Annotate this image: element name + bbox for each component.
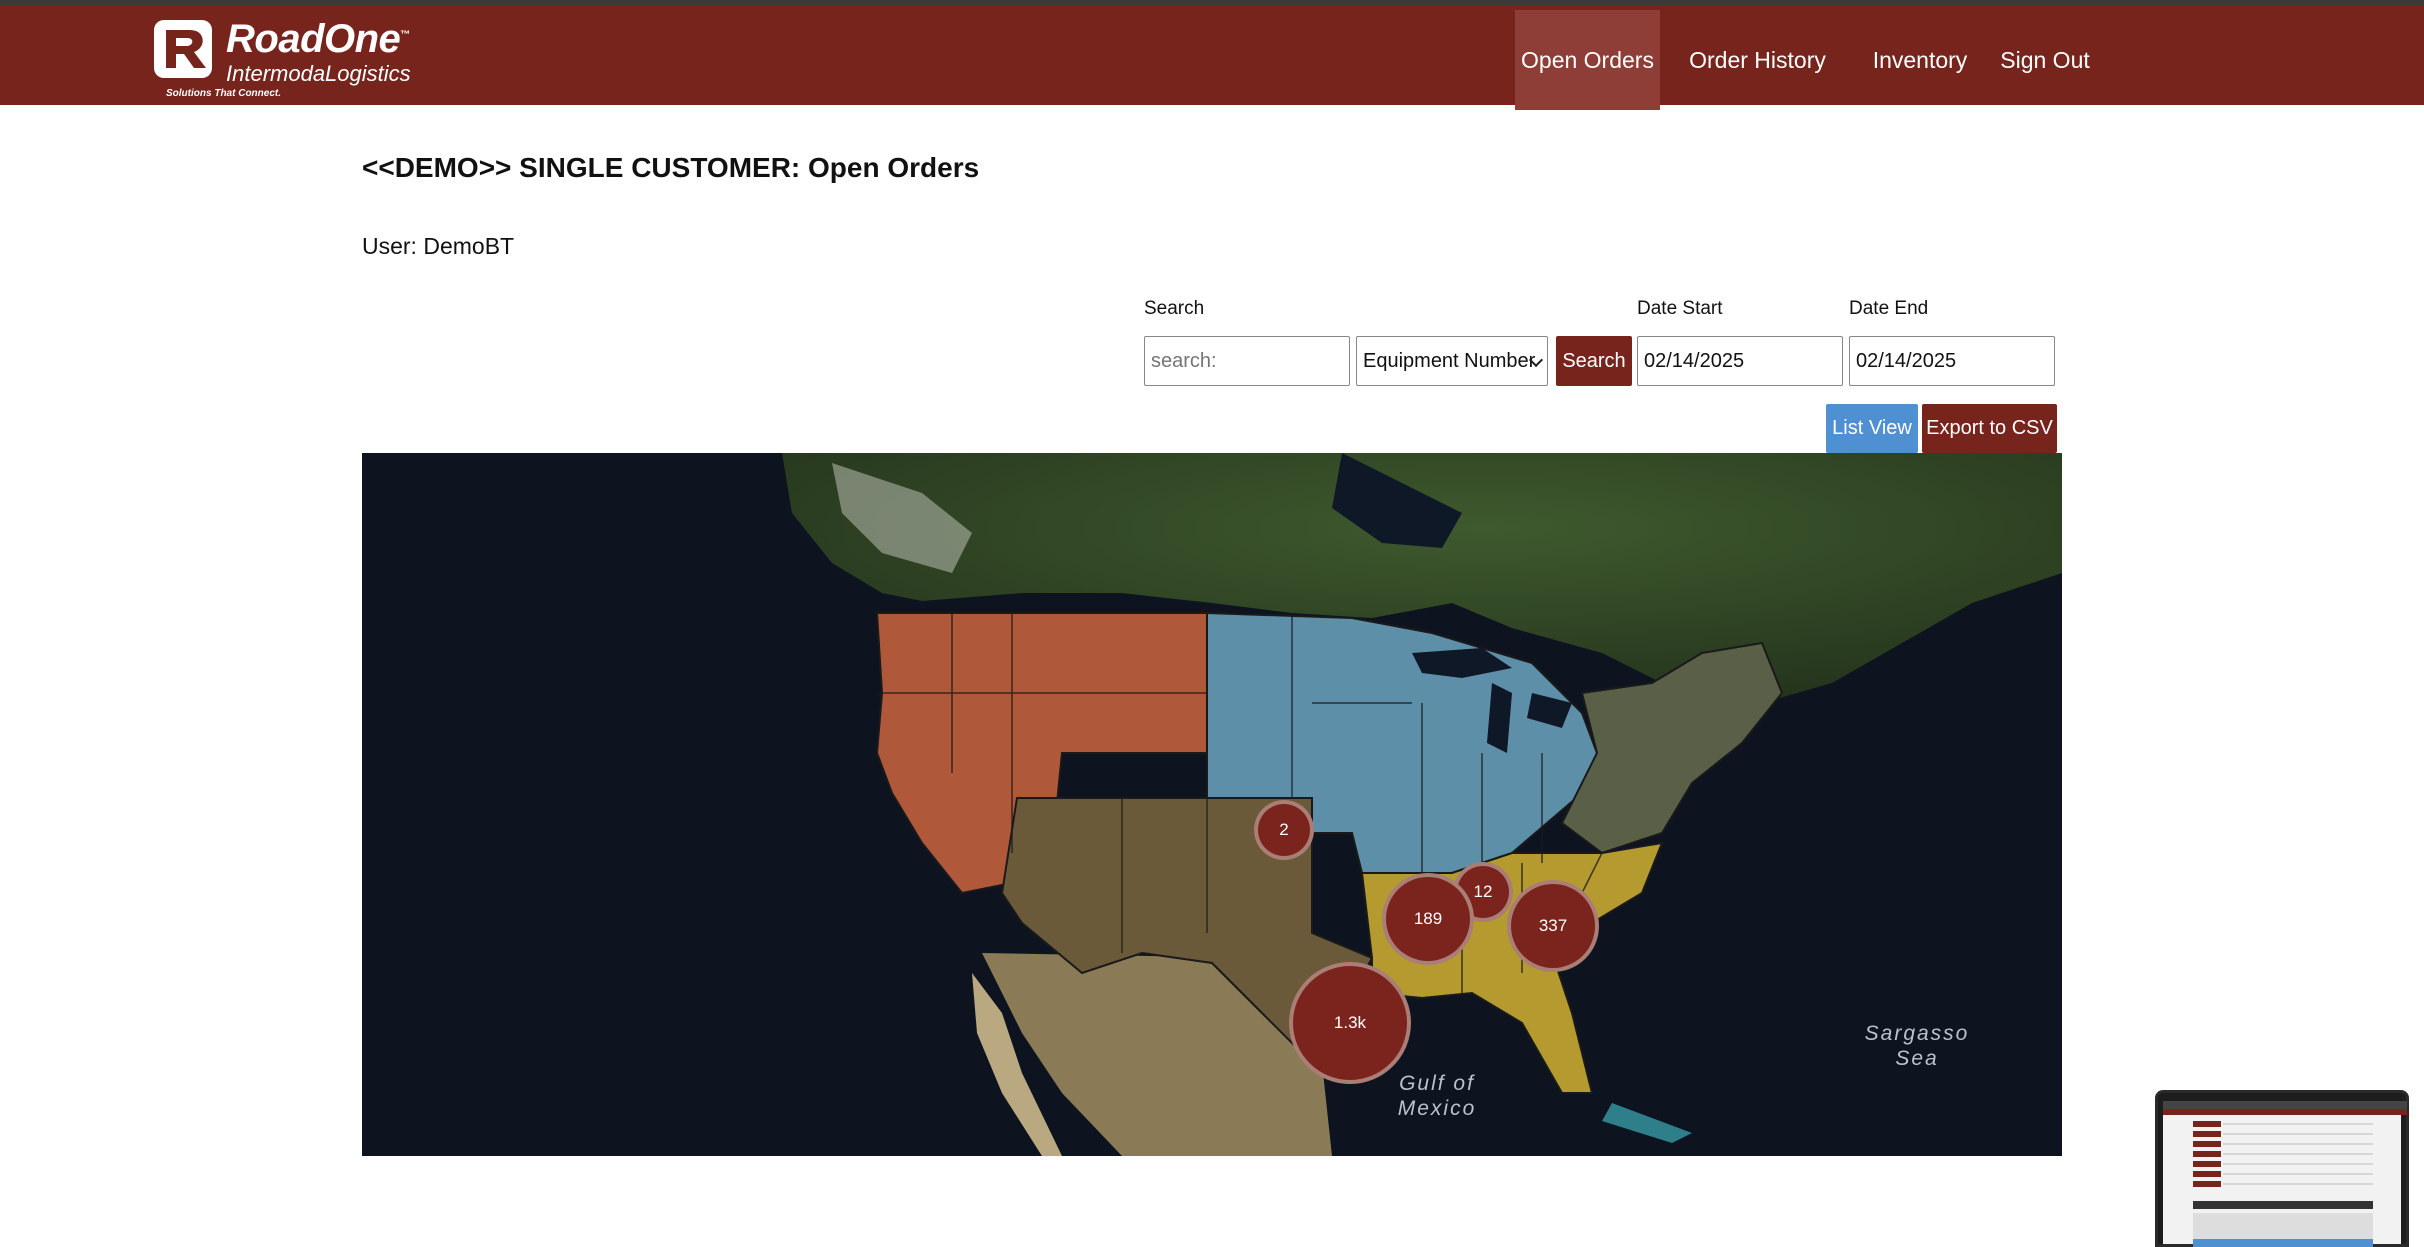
search-input[interactable]: [1144, 336, 1350, 386]
list-view-button[interactable]: List View: [1826, 404, 1918, 453]
page-title: <<DEMO>> SINGLE CUSTOMER: Open Orders: [362, 152, 980, 183]
map-basemap: [362, 453, 2062, 1156]
logo-brand-name: RoadOne™: [226, 17, 410, 61]
nav-open-orders[interactable]: Open Orders: [1515, 10, 1660, 110]
map-cluster-marker[interactable]: 1.3k: [1289, 962, 1411, 1084]
thumbnail-content: [2163, 1101, 2407, 1247]
date-end-label: Date End: [1849, 298, 1929, 319]
date-start-label: Date Start: [1637, 298, 1723, 319]
sargasso-sea-label: Sargasso Sea: [1864, 1022, 1970, 1070]
map-cluster-marker[interactable]: 2: [1254, 800, 1314, 860]
nav-inventory[interactable]: Inventory: [1855, 10, 1985, 110]
screenshot-thumbnail-preview[interactable]: [2155, 1090, 2409, 1247]
main-nav: Open Orders Order History Inventory Sign…: [1515, 10, 2105, 110]
search-label: Search: [1144, 298, 1205, 319]
search-field-select[interactable]: Equipment Number: [1356, 336, 1548, 386]
nav-order-history[interactable]: Order History: [1660, 10, 1855, 110]
logo-r-icon: [154, 20, 212, 78]
map-cluster-marker[interactable]: 337: [1507, 880, 1599, 972]
site-header: RoadOne™ IntermodaLogistics Solutions Th…: [0, 5, 2424, 110]
date-start-input[interactable]: 02/14/2025: [1637, 336, 1843, 386]
nav-sign-out[interactable]: Sign Out: [1985, 10, 2105, 110]
user-label: User: DemoBT: [362, 233, 515, 259]
orders-map[interactable]: 2 12 189 337 1.3k Gulf of Mexico Sargasso…: [362, 453, 2062, 1156]
export-csv-button[interactable]: Export to CSV: [1922, 404, 2057, 453]
gulf-of-mexico-label: Gulf of Mexico: [1397, 1072, 1477, 1120]
search-button[interactable]: Search: [1556, 336, 1632, 386]
logo-subtitle: IntermodaLogistics: [226, 61, 411, 86]
search-field-select-value: Equipment Number: [1363, 349, 1536, 372]
date-end-input[interactable]: 02/14/2025: [1849, 336, 2055, 386]
map-cluster-marker[interactable]: 189: [1382, 873, 1474, 965]
logo-tagline: Solutions That Connect.: [166, 88, 281, 99]
roadone-logo[interactable]: RoadOne™ IntermodaLogistics Solutions Th…: [154, 17, 424, 103]
